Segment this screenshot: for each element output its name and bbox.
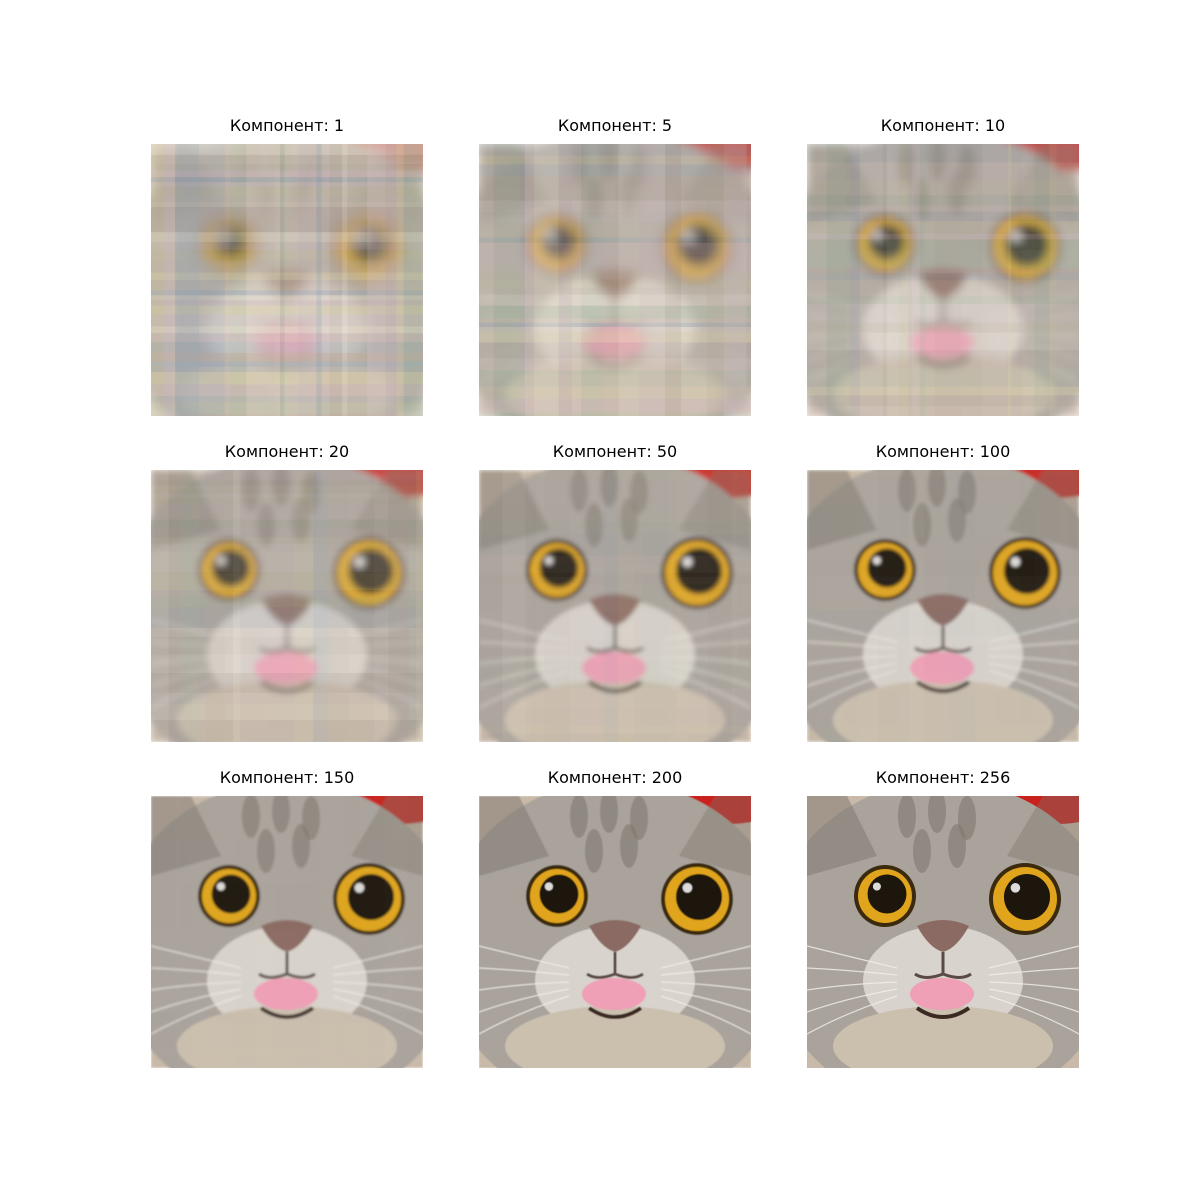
panel-title: Компонент: 200 — [547, 768, 683, 787]
cat-face-image — [479, 796, 751, 1068]
panel-title: Компонент: 10 — [880, 116, 1006, 135]
panel-title: Компонент: 20 — [224, 442, 350, 461]
cat-face-image — [479, 470, 751, 742]
panel-title: Компонент: 50 — [552, 442, 678, 461]
cat-face-image — [151, 796, 423, 1068]
cat-face-image — [807, 796, 1079, 1068]
panel-title: Компонент: 100 — [875, 442, 1011, 461]
cat-face-image — [807, 470, 1079, 742]
panel-title: Компонент: 256 — [875, 768, 1011, 787]
cat-face-image — [479, 144, 751, 416]
cat-face-image — [807, 144, 1079, 416]
panel-title: Компонент: 150 — [219, 768, 355, 787]
cat-face-image — [151, 470, 423, 742]
panel-title: Компонент: 5 — [557, 116, 673, 135]
panel-title: Компонент: 1 — [229, 116, 345, 135]
cat-face-image — [151, 144, 423, 416]
